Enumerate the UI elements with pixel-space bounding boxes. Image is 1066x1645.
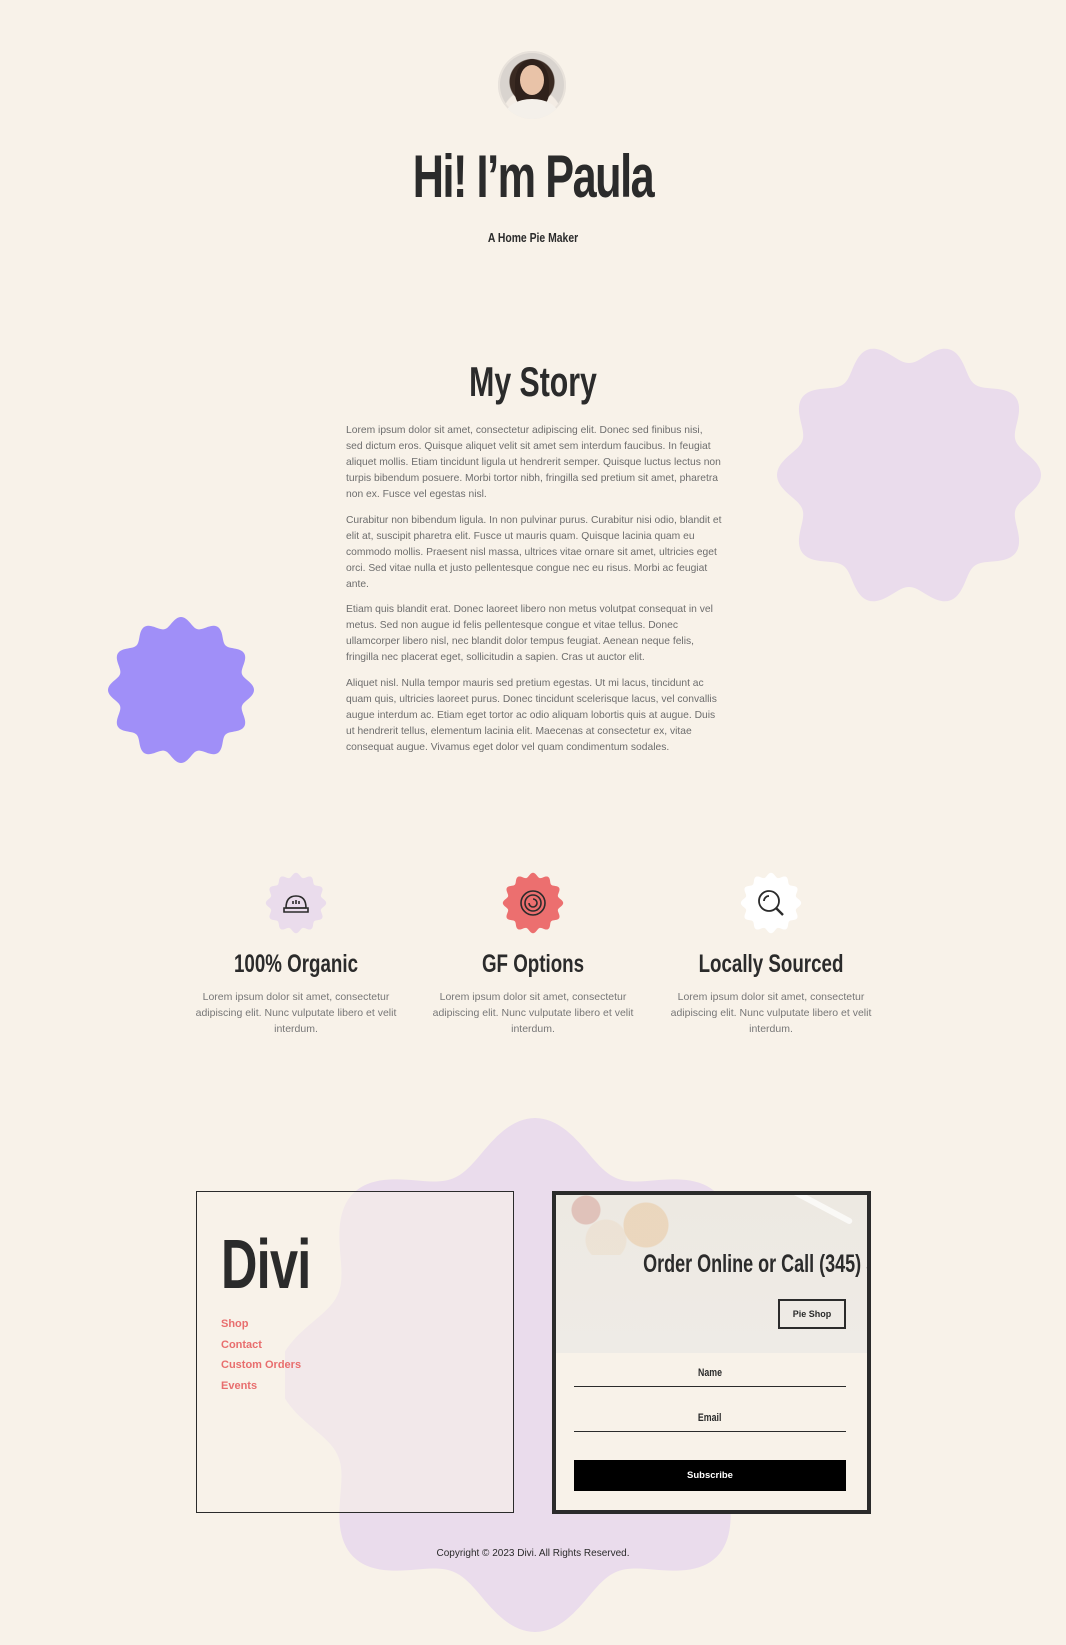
feature-title: GF Options bbox=[481, 950, 585, 978]
feature-text: Lorem ipsum dolor sit amet, consectetur … bbox=[195, 991, 397, 1035]
feature-local: Locally Sourced Lorem ipsum dolor sit am… bbox=[666, 872, 876, 1037]
pie-icon bbox=[283, 895, 309, 913]
feature-title: Locally Sourced bbox=[698, 950, 844, 978]
story-title: My Story bbox=[469, 358, 597, 405]
feature-organic: 100% Organic Lorem ipsum dolor sit amet,… bbox=[191, 872, 401, 1037]
hero-title: Hi! I’m Paula bbox=[412, 143, 655, 210]
features-section: 100% Organic Lorem ipsum dolor sit amet,… bbox=[0, 870, 1066, 1050]
order-title: Order Online or Call (345) 569-3232 bbox=[643, 1250, 867, 1278]
story-text: Lorem ipsum dolor sit amet, consectetur … bbox=[346, 423, 722, 765]
plate-icon bbox=[520, 890, 546, 916]
footer-link-shop[interactable]: Shop bbox=[221, 1318, 301, 1330]
feature-text: Lorem ipsum dolor sit amet, consectetur … bbox=[670, 991, 872, 1035]
spoon-photo bbox=[788, 1195, 854, 1226]
footer-link-contact[interactable]: Contact bbox=[221, 1339, 301, 1351]
search-icon bbox=[758, 890, 784, 916]
feature-badge bbox=[502, 872, 564, 934]
story-paragraph: Curabitur non bibendum ligula. In non pu… bbox=[346, 514, 722, 590]
order-subscribe-box: Order Online or Call (345) 569-3232 Pie … bbox=[552, 1191, 871, 1514]
avatar-face bbox=[520, 65, 544, 95]
feature-title: 100% Organic bbox=[233, 950, 359, 978]
avatar bbox=[498, 51, 566, 119]
email-label: Email bbox=[698, 1412, 722, 1424]
purple-scallop-shape bbox=[108, 617, 254, 763]
subscribe-button[interactable]: Subscribe bbox=[574, 1460, 846, 1491]
name-label: Name bbox=[698, 1367, 722, 1379]
copyright-text: Copyright © 2023 Divi. All Rights Reserv… bbox=[436, 1548, 630, 1559]
hero-subtitle: A Home Pie Maker bbox=[487, 230, 579, 245]
pie-photo bbox=[556, 1195, 686, 1255]
story-paragraph: Lorem ipsum dolor sit amet, consectetur … bbox=[346, 425, 721, 500]
order-banner: Order Online or Call (345) 569-3232 Pie … bbox=[556, 1195, 867, 1353]
pie-shop-button[interactable]: Pie Shop bbox=[778, 1299, 846, 1329]
site-logo[interactable]: Divi bbox=[221, 1224, 311, 1304]
footer-link-custom-orders[interactable]: Custom Orders bbox=[221, 1359, 301, 1371]
footer-nav-box: Divi Shop Contact Custom Orders Events bbox=[196, 1191, 514, 1513]
story-paragraph: Etiam quis blandit erat. Donec laoreet l… bbox=[346, 604, 713, 663]
feature-badge bbox=[740, 872, 802, 934]
feature-badge bbox=[265, 872, 327, 934]
footer-links: Shop Contact Custom Orders Events bbox=[221, 1318, 301, 1400]
feature-gf: GF Options Lorem ipsum dolor sit amet, c… bbox=[428, 872, 638, 1037]
footer-link-events[interactable]: Events bbox=[221, 1380, 301, 1392]
feature-text: Lorem ipsum dolor sit amet, consectetur … bbox=[432, 991, 634, 1035]
name-field[interactable]: Name bbox=[574, 1360, 846, 1387]
avatar-shirt bbox=[506, 99, 558, 119]
story-paragraph: Aliquet nisl. Nulla tempor mauris sed pr… bbox=[346, 677, 717, 753]
email-field[interactable]: Email bbox=[574, 1405, 846, 1432]
